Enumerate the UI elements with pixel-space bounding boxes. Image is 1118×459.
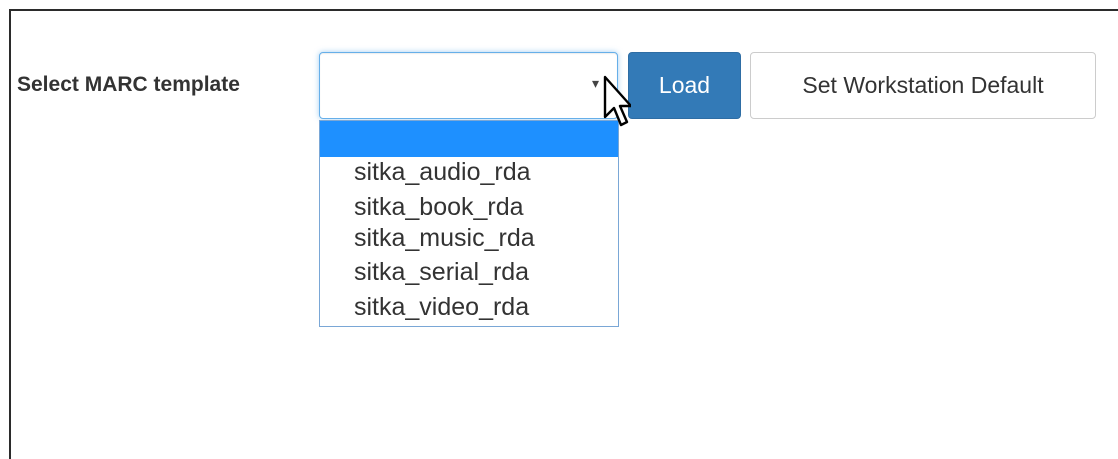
marc-template-select[interactable]: ▾	[319, 52, 618, 119]
dropdown-option-audio[interactable]: sitka_audio_rda	[320, 157, 618, 187]
dropdown-option-music[interactable]: sitka_music_rda	[320, 223, 618, 253]
mouse-pointer-icon	[603, 75, 631, 127]
set-workstation-default-button[interactable]: Set Workstation Default	[750, 52, 1096, 119]
dropdown-option-video[interactable]: sitka_video_rda	[320, 292, 618, 322]
dropdown-option-serial[interactable]: sitka_serial_rda	[320, 257, 618, 287]
dropdown-option-blank[interactable]	[320, 121, 618, 157]
load-button[interactable]: Load	[628, 52, 741, 119]
dropdown-option-book[interactable]: sitka_book_rda	[320, 192, 618, 222]
marc-template-label: Select MARC template	[17, 73, 240, 96]
template-dropdown-list[interactable]: sitka_audio_rda sitka_book_rda sitka_mus…	[319, 120, 619, 327]
chevron-down-icon[interactable]: ▾	[592, 75, 599, 92]
